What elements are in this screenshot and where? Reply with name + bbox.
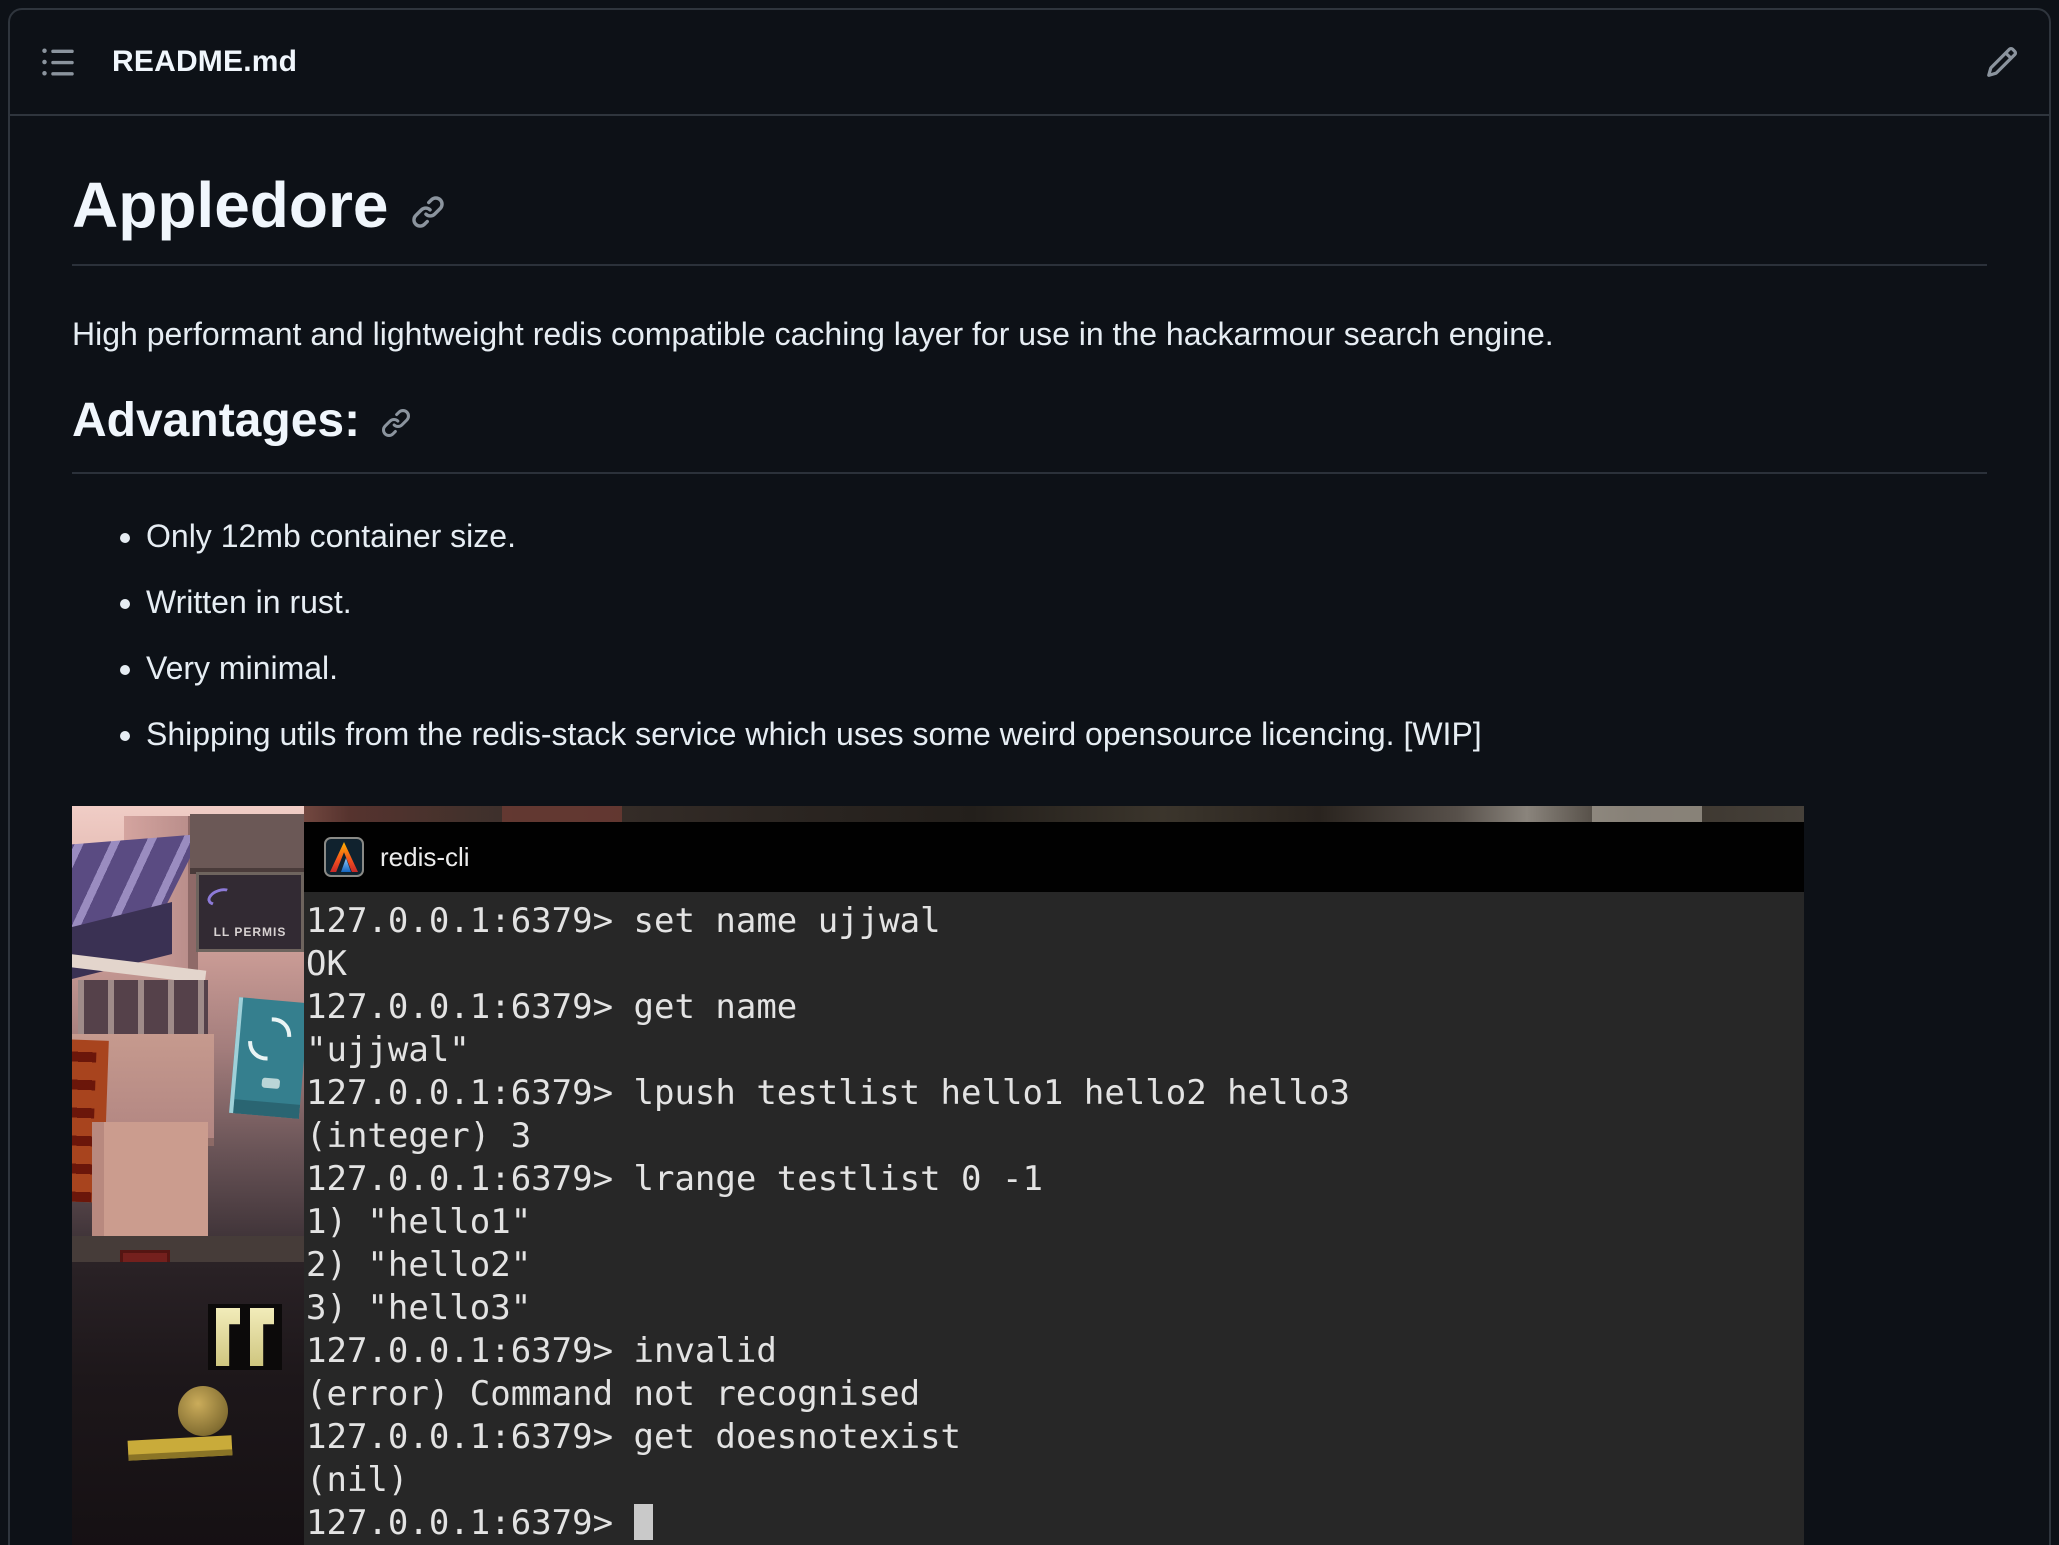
file-title: README.md: [112, 45, 297, 79]
terminal-line: "ujjwal": [306, 1029, 1804, 1072]
terminal-line: 127.0.0.1:6379> lpush testlist hello1 he…: [306, 1072, 1804, 1115]
terminal-line: 127.0.0.1:6379> get name: [306, 986, 1804, 1029]
advantages-list: Only 12mb container size. Written in rus…: [72, 514, 1987, 756]
terminal-line: 127.0.0.1:6379> invalid: [306, 1330, 1804, 1373]
terminal-line: 2) "hello2": [306, 1244, 1804, 1287]
photo-lit-sign: [208, 1304, 282, 1370]
link-icon: [410, 168, 446, 248]
photo-script-stroke: [239, 1009, 300, 1070]
embedded-screenshot-image[interactable]: LL PERMIS: [72, 806, 1804, 1545]
photo-dark-sign: LL PERMIS: [196, 872, 304, 952]
h2-text: Advantages:: [72, 391, 360, 451]
terminal-line: (integer) 3: [306, 1115, 1804, 1158]
page-title: Appledore: [72, 162, 1987, 266]
photo-top-strip: [72, 806, 1804, 822]
terminal-line: 127.0.0.1:6379> get doesnotexist: [306, 1416, 1804, 1459]
photo-script-stroke: [261, 1077, 280, 1089]
alacritty-icon: [324, 837, 364, 877]
photo-sign-swirl: [205, 885, 235, 909]
readme-card: README.md Appledore High performant and …: [8, 8, 2051, 1545]
h2-anchor-link[interactable]: [380, 394, 412, 454]
terminal-body: 127.0.0.1:6379> set name ujjwal OK 127.0…: [304, 892, 1804, 1545]
markdown-body: Appledore High performant and lightweigh…: [10, 116, 2049, 1545]
terminal-line: 3) "hello3": [306, 1287, 1804, 1330]
storefront-photo: LL PERMIS: [72, 806, 304, 1545]
list-item: Written in rust.: [146, 580, 1987, 624]
terminal-line: (nil): [306, 1459, 1804, 1502]
photo-detail: [1592, 806, 1702, 822]
photo-sign-board: [190, 814, 304, 874]
terminal-window: redis-cli 127.0.0.1:6379> set name ujjwa…: [304, 822, 1804, 1545]
terminal-line: 127.0.0.1:6379> lrange testlist 0 -1: [306, 1158, 1804, 1201]
list-item: Very minimal.: [146, 646, 1987, 690]
link-icon: [380, 394, 412, 454]
terminal-line: 127.0.0.1:6379> set name ujjwal: [306, 900, 1804, 943]
terminal-line: OK: [306, 943, 1804, 986]
edit-button[interactable]: [1985, 45, 2019, 79]
list-item: Only 12mb container size.: [146, 514, 1987, 558]
terminal-cursor: [634, 1504, 653, 1540]
photo-beam: [72, 1236, 304, 1262]
terminal-line: 1) "hello1": [306, 1201, 1804, 1244]
list-item: Shipping utils from the redis-stack serv…: [146, 712, 1987, 756]
photo-teal-sign: [229, 997, 304, 1119]
advantages-heading: Advantages:: [72, 388, 1987, 474]
terminal-title: redis-cli: [380, 842, 470, 873]
intro-paragraph: High performant and lightweight redis co…: [72, 310, 1987, 358]
terminal-titlebar: redis-cli: [304, 822, 1804, 892]
terminal-prompt-line: 127.0.0.1:6379>: [306, 1502, 1804, 1545]
pencil-icon: [1985, 45, 2019, 79]
photo-balcony: [78, 980, 208, 1036]
h1-anchor-link[interactable]: [410, 168, 446, 248]
terminal-prompt: 127.0.0.1:6379>: [306, 1503, 634, 1543]
toc-button[interactable]: [40, 44, 76, 80]
list-unordered-icon: [40, 44, 76, 80]
file-header: README.md: [10, 10, 2049, 116]
photo-detail: [502, 806, 622, 822]
photo-facade-panel-lower: [92, 1122, 208, 1246]
photo-gold-emblem: [178, 1386, 228, 1436]
h1-text: Appledore: [72, 165, 388, 245]
photo-sign-text: LL PERMIS: [214, 925, 287, 939]
terminal-line: (error) Command not recognised: [306, 1373, 1804, 1416]
